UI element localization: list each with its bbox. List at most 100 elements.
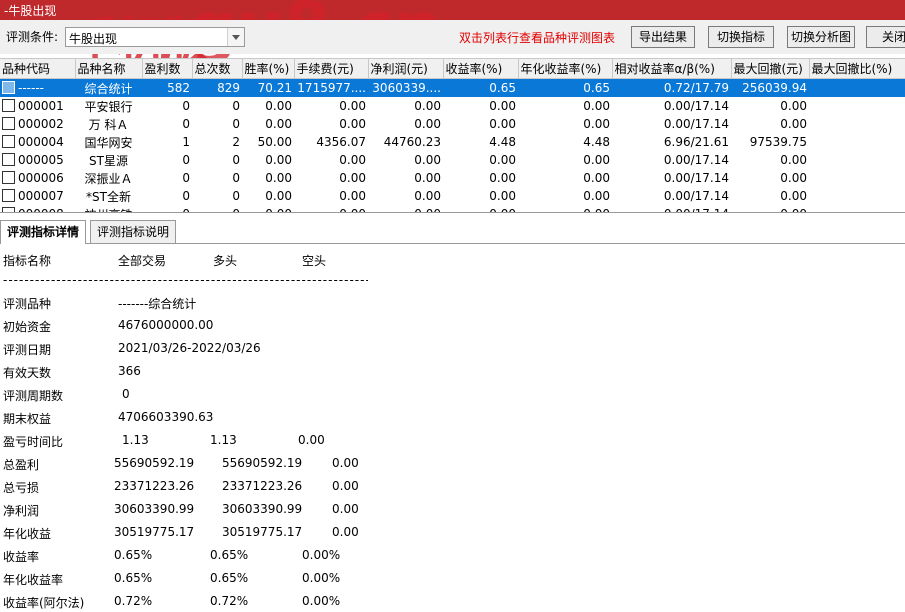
detail-header-all: 全部交易 — [118, 254, 167, 268]
cell-name: *ST全新 — [86, 189, 131, 204]
detail-separator: ----------------------------------------… — [3, 273, 368, 287]
cell-value: 0 — [232, 153, 240, 167]
table-row[interactable]: 000004 国华网安 1 2 50.00 4356.07 44760.23 4.48 4.48… — [0, 133, 905, 151]
export-button[interactable]: 导出结果 — [631, 26, 695, 48]
detail-label: 净利润 — [3, 504, 40, 518]
table-row[interactable]: 000007 *ST全新 0 0 0.00 0.00 0.00 0.00 0.00 0.00/17… — [0, 187, 905, 205]
cell-value: 0 — [182, 153, 190, 167]
detail-value: 0.65% — [114, 571, 153, 585]
cell-value: 0.00 — [583, 99, 610, 113]
cell-code: 000004 — [18, 135, 64, 149]
detail-value: 0.00% — [302, 548, 341, 562]
detail-label: 评测品种 — [3, 297, 52, 311]
cell-value: 0.0 — [809, 187, 905, 205]
column-header[interactable]: 胜率(%) — [242, 59, 295, 79]
cell-value: 70.21 — [242, 78, 294, 97]
cell-value: 2 — [232, 135, 240, 149]
column-header[interactable]: 最大回撤(元) — [731, 59, 810, 79]
cell-value: 0.00 — [414, 99, 441, 113]
cell-value: 0.00 — [414, 153, 441, 167]
detail-label: 期末权益 — [3, 412, 52, 426]
table-row[interactable]: 000002 万 科Ａ 0 0 0.00 0.00 0.00 0.00 0.00 0.00/17.… — [0, 115, 905, 133]
row-icon — [2, 171, 15, 184]
detail-value: 0.00 — [332, 456, 359, 470]
cell-value: 0.00/17.14 — [612, 205, 731, 212]
tab-indicator-details[interactable]: 评测指标详情 — [0, 220, 87, 244]
cell-code: 000006 — [18, 171, 64, 185]
detail-value: 0.72% — [210, 594, 249, 608]
column-header[interactable]: 相对收益率α/β(%) — [612, 59, 732, 79]
cell-value: 0.00 — [489, 117, 516, 131]
detail-value: 0 — [122, 387, 130, 401]
detail-label: 收益率 — [3, 550, 40, 564]
column-header[interactable]: 盈利数 — [142, 59, 193, 79]
column-header[interactable]: 净利润(元) — [368, 59, 444, 79]
detail-label: 盈亏时间比 — [3, 435, 64, 449]
detail-panel: 指标名称 全部交易 多头 空头 ------------------------… — [0, 246, 905, 612]
cell-value: 0.00 — [294, 205, 368, 212]
detail-value: 1.13 — [122, 433, 149, 447]
column-header[interactable]: 手续费(元) — [294, 59, 369, 79]
cell-value: 4.48 — [583, 135, 610, 149]
table-row[interactable]: ------ 综合统计 582 829 70.21 1715977.... 3060339.… — [0, 78, 905, 97]
cell-value: 256039.94 — [731, 78, 809, 97]
cell-value: 0.00 — [780, 171, 807, 185]
cell-value: 25.6 — [809, 78, 905, 97]
cell-value: 0.00 — [339, 99, 366, 113]
cell-value: 0.65 — [518, 78, 612, 97]
cell-value: 0.00 — [780, 189, 807, 203]
cell-code: 000001 — [18, 99, 64, 113]
detail-label: 收益率(阿尔法) — [3, 596, 85, 610]
cell-value: 0 — [232, 117, 240, 131]
table-row[interactable]: 000005 ST星源 0 0 0.00 0.00 0.00 0.00 0.00 0.00/17.… — [0, 151, 905, 169]
cell-name: 深振业Ａ — [84, 171, 133, 186]
detail-value: 30603390.99 — [114, 502, 195, 516]
cell-value: 0.00 — [414, 117, 441, 131]
detail-value: 0.00% — [302, 594, 341, 608]
detail-value: 30519775.17 — [222, 525, 303, 539]
cell-value: 0.00 — [265, 153, 292, 167]
cell-value: 0.00 — [489, 189, 516, 203]
cell-code: 000005 — [18, 153, 64, 167]
row-icon — [2, 99, 15, 112]
cell-value: 0.00 — [489, 153, 516, 167]
cell-value: 0 — [232, 189, 240, 203]
condition-select[interactable]: 牛股出现 — [65, 27, 245, 47]
chevron-down-icon[interactable] — [227, 28, 244, 46]
condition-label: 评测条件: — [6, 30, 59, 44]
cell-value: 0.00 — [414, 171, 441, 185]
table-row[interactable]: 000006 深振业Ａ 0 0 0.00 0.00 0.00 0.00 0.00 0.00/17.… — [0, 169, 905, 187]
close-button[interactable]: 关闭 — [866, 26, 905, 48]
column-header[interactable]: 收益率(%) — [443, 59, 519, 79]
cell-name: 神州高铁 — [75, 205, 142, 213]
table-row[interactable]: 000001 平安银行 0 0 0.00 0.00 0.00 0.00 0.00 0.00/17.… — [0, 97, 905, 115]
results-grid[interactable]: 品种代码 品种名称 盈利数 总次数 胜率(%) 手续费(元) 净利润(元) 收益率(%) 年化收… — [0, 58, 905, 213]
cell-value: 0.00 — [414, 189, 441, 203]
column-header[interactable]: 最大回撤比(%) — [809, 59, 905, 79]
column-header[interactable]: 总次数 — [192, 59, 243, 79]
tab-indicator-description[interactable]: 评测指标说明 — [90, 220, 177, 243]
cell-value: 4.48 — [489, 135, 516, 149]
cell-value: 50.00 — [257, 135, 292, 149]
cell-code: 000007 — [18, 189, 64, 203]
column-header[interactable]: 品种代码 — [0, 59, 76, 79]
detail-value: 55690592.19 — [222, 456, 303, 470]
toolbar: 评测条件: 牛股出现 双击列表行查看品种评测图表 导出结果 切换指标 切换分析图… — [0, 20, 905, 54]
column-header[interactable]: 品种名称 — [75, 59, 143, 79]
switch-indicator-button[interactable]: 切换指标 — [708, 26, 774, 48]
cell-value: 0 — [182, 117, 190, 131]
cell-value: 0.00 — [518, 205, 612, 212]
detail-label: 评测日期 — [3, 343, 52, 357]
cell-value: 1715977.... — [294, 78, 368, 97]
column-header[interactable]: 年化收益率(%) — [518, 59, 613, 79]
switch-chart-button[interactable]: 切换分析图 — [787, 26, 855, 48]
cell-value: 0.00/17.14 — [663, 117, 729, 131]
table-row[interactable]: 000008神州高铁000.000.000.000.000.000.00/17.… — [0, 205, 905, 213]
cell-name: 综合统计 — [75, 78, 142, 97]
detail-header-short: 空头 — [302, 254, 327, 268]
detail-label: 总盈利 — [3, 458, 40, 472]
cell-value: 0.00 — [242, 205, 294, 212]
row-icon — [2, 117, 15, 130]
detail-value: 30603390.99 — [222, 502, 303, 516]
cell-value: 0.00/17.14 — [663, 99, 729, 113]
